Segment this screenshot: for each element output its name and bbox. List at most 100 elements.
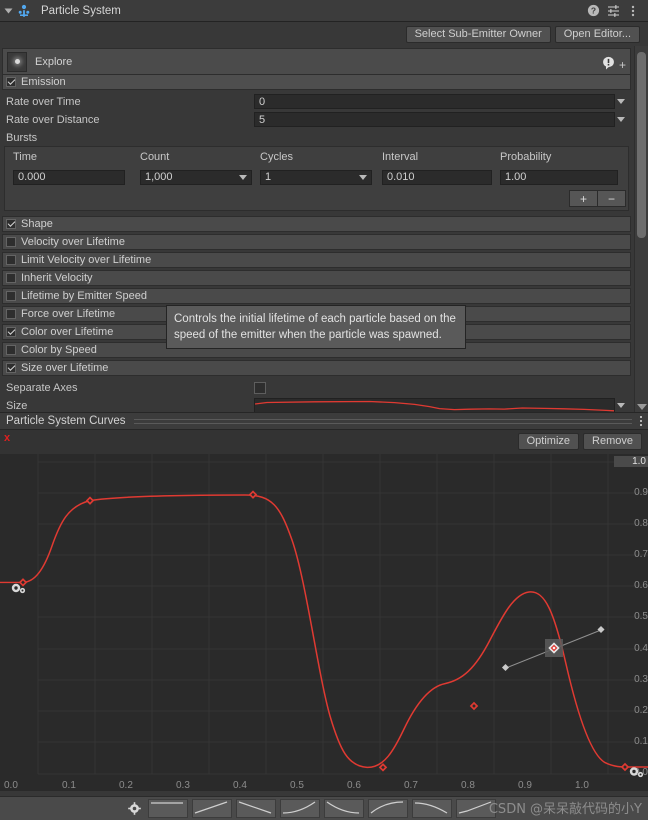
keyframe-selected[interactable] — [545, 639, 563, 657]
preset-ease-in-rise-curve[interactable] — [280, 799, 320, 818]
curve-editor-graph[interactable]: 1.0 0.9 0.8 0.7 0.6 0.5 0.4 0.3 0.2 0.1 … — [0, 454, 648, 791]
size-curve-field[interactable] — [254, 398, 615, 412]
curves-window-title: Particle System Curves — [6, 415, 126, 427]
warning-balloon-icon[interactable] — [602, 56, 615, 73]
burst-time-value: 0.000 — [18, 171, 46, 183]
rate-over-time-input[interactable]: 0 — [254, 94, 615, 109]
bursts-col-cycles: Cycles — [260, 150, 294, 163]
limit-velocity-over-lifetime-checkbox[interactable] — [6, 255, 16, 265]
x-tick-0-0: 0.0 — [4, 780, 18, 791]
bursts-col-count: Count — [140, 150, 170, 163]
rate-over-time-dropdown-icon[interactable] — [617, 99, 625, 104]
bursts-col-interval: Interval — [382, 150, 419, 163]
curve-plot — [0, 454, 648, 775]
color-by-speed-checkbox[interactable] — [6, 345, 16, 355]
module-header-lifetime-by-emitter-speed[interactable]: Lifetime by Emitter Speed — [2, 288, 631, 304]
curve-path — [22, 494, 632, 769]
color-over-lifetime-checkbox[interactable] — [6, 327, 16, 337]
bursts-add-remove-group: + − — [5, 188, 628, 210]
header-divider — [133, 418, 632, 424]
separate-axes-label: Separate Axes — [6, 381, 78, 394]
module-scrollbar-thumb[interactable] — [637, 52, 646, 238]
add-emitter-button[interactable]: + — [619, 59, 626, 71]
module-label-limit-velocity-over-lifetime: Limit Velocity over Lifetime — [21, 254, 152, 266]
help-icon[interactable]: ? — [584, 2, 602, 20]
burst-probability-input[interactable]: 1.00 — [500, 169, 618, 185]
open-editor-button[interactable]: Open Editor... — [554, 25, 640, 43]
optimize-button[interactable]: Optimize — [517, 433, 580, 450]
preset-constant-one-curve[interactable] — [148, 799, 188, 818]
size-curve-preview — [255, 400, 614, 411]
explore-emitter-row[interactable]: Explore + — [2, 48, 631, 74]
curve-presets-bar: CSDN @呆呆敲代码的小Y — [0, 796, 648, 820]
x-tick-1-0: 1.0 — [575, 780, 589, 791]
remove-button[interactable]: Remove — [583, 433, 642, 450]
x-tick-0-5: 0.5 — [290, 780, 304, 791]
x-tick-0-7: 0.7 — [404, 780, 418, 791]
module-scrollbar[interactable] — [634, 46, 648, 412]
burst-interval-input[interactable]: 0.010 — [382, 169, 492, 185]
y-tick-0-5: 0.5 — [634, 611, 648, 622]
x-axis: 0.0 0.1 0.2 0.3 0.4 0.5 0.6 0.7 0.8 0.9 … — [0, 780, 648, 794]
table-row[interactable]: 0.000 1,000 1 0.010 1.00 — [5, 166, 628, 188]
rate-over-distance-dropdown-icon[interactable] — [617, 117, 625, 122]
module-header-velocity-over-lifetime[interactable]: Velocity over Lifetime — [2, 234, 631, 250]
bursts-add-button[interactable]: + — [569, 190, 598, 207]
curve-right-gear-icon[interactable] — [628, 766, 646, 782]
bursts-col-probability: Probability — [500, 150, 552, 163]
preset-ease-in-fall-curve[interactable] — [324, 799, 364, 818]
size-curve-dropdown-icon[interactable] — [617, 403, 625, 408]
burst-time-input[interactable]: 0.000 — [13, 169, 125, 185]
scroll-down-icon[interactable] — [637, 404, 647, 410]
y-tick-0-4: 0.4 — [634, 643, 648, 654]
force-over-lifetime-checkbox[interactable] — [6, 309, 16, 319]
preset-ease-out-rise-curve[interactable] — [368, 799, 408, 818]
size-over-lifetime-checkbox[interactable] — [6, 363, 16, 373]
preset-ease-out-fall-curve[interactable] — [412, 799, 452, 818]
emission-checkbox[interactable] — [6, 77, 16, 87]
shape-checkbox[interactable] — [6, 219, 16, 229]
keyframe-0800[interactable] — [469, 701, 479, 711]
burst-cycles-input[interactable]: 1 — [260, 169, 372, 185]
x-tick-0-8: 0.8 — [461, 780, 475, 791]
module-label-color-by-speed: Color by Speed — [21, 344, 97, 356]
y-tick-0-1: 0.1 — [634, 736, 648, 747]
module-header-shape[interactable]: Shape — [2, 216, 631, 232]
explore-thumbnail — [7, 51, 27, 72]
inherit-velocity-checkbox[interactable] — [6, 273, 16, 283]
axis-badge-x: x — [4, 432, 11, 444]
y-tick-0-8: 0.8 — [634, 518, 648, 529]
y-tick-1-0: 1.0 — [614, 456, 648, 467]
select-sub-emitter-owner-button[interactable]: Select Sub-Emitter Owner — [405, 25, 551, 43]
module-header-limit-velocity-over-lifetime[interactable]: Limit Velocity over Lifetime — [2, 252, 631, 268]
separate-axes-checkbox[interactable] — [254, 381, 266, 394]
bursts-header-row: Time Count Cycles Interval Probability — [5, 147, 628, 166]
preset-gear-icon[interactable] — [128, 802, 141, 818]
velocity-over-lifetime-checkbox[interactable] — [6, 237, 16, 247]
x-tick-0-4: 0.4 — [233, 780, 247, 791]
bursts-table: Time Count Cycles Interval Probability 0… — [4, 146, 629, 211]
module-list: Explore + Emission Rate over Time 0 Rate… — [0, 46, 633, 412]
module-header-emission[interactable]: Emission — [2, 74, 631, 90]
y-tick-0-9: 0.9 — [634, 487, 648, 498]
x-tick-0-1: 0.1 — [62, 780, 76, 791]
module-label-emission: Emission — [21, 76, 66, 88]
burst-count-dropdown-icon[interactable] — [239, 174, 247, 180]
preset-settings-icon[interactable] — [604, 2, 622, 20]
rate-over-distance-row: Rate over Distance 5 — [2, 111, 631, 128]
bursts-remove-button[interactable]: − — [598, 190, 626, 207]
preset-linear-fall-curve[interactable] — [236, 799, 276, 818]
tooltip: Controls the initial lifetime of each pa… — [166, 305, 466, 349]
curves-menu-icon[interactable] — [640, 416, 642, 426]
burst-cycles-dropdown-icon[interactable] — [359, 174, 367, 180]
kebab-menu-icon[interactable] — [624, 2, 642, 20]
module-header-inherit-velocity[interactable]: Inherit Velocity — [2, 270, 631, 286]
rate-over-distance-input[interactable]: 5 — [254, 112, 615, 127]
svg-text:?: ? — [590, 6, 595, 16]
module-label-size-over-lifetime: Size over Lifetime — [21, 362, 109, 374]
burst-count-input[interactable]: 1,000 — [140, 169, 252, 185]
module-header-size-over-lifetime[interactable]: Size over Lifetime — [2, 360, 631, 376]
foldout-arrow-icon[interactable] — [4, 8, 13, 13]
lifetime-by-emitter-speed-checkbox[interactable] — [6, 291, 16, 301]
preset-linear-rise-curve[interactable] — [192, 799, 232, 818]
